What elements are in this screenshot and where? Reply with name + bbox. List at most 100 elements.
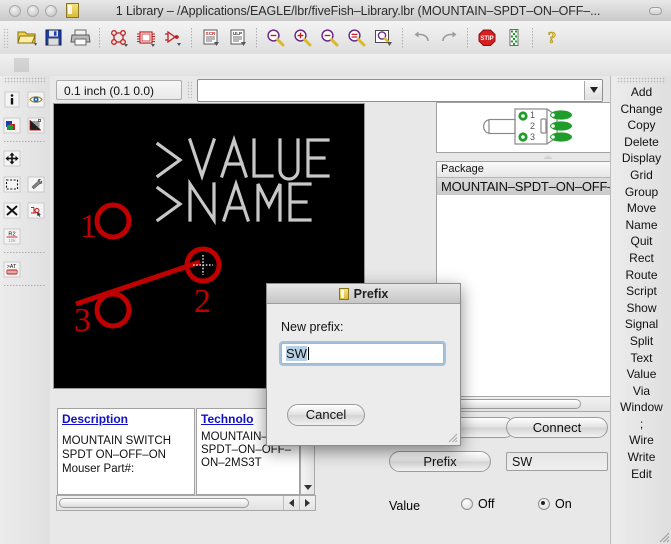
help-button[interactable]: ? bbox=[538, 25, 565, 51]
description-hscroll-track[interactable] bbox=[59, 497, 281, 509]
delete-tool[interactable] bbox=[0, 197, 24, 223]
command-change[interactable]: Change bbox=[611, 101, 671, 118]
zoom-in-button[interactable] bbox=[289, 25, 316, 51]
grid-pattern-icon[interactable] bbox=[14, 58, 29, 72]
name-value-placeholder bbox=[24, 223, 48, 249]
command-input[interactable] bbox=[198, 78, 584, 102]
description-pane[interactable]: Description MOUNTAIN SWITCH SPDT ON–OFF–… bbox=[57, 408, 195, 495]
ratsnest-button[interactable] bbox=[500, 25, 527, 51]
smash-tool[interactable] bbox=[24, 197, 48, 223]
layers-tool[interactable] bbox=[0, 112, 24, 138]
chevron-down-icon[interactable] bbox=[584, 80, 602, 100]
command-delete[interactable]: Delete bbox=[611, 134, 671, 151]
radio-off-icon[interactable] bbox=[461, 498, 473, 510]
connect-button[interactable]: Connect bbox=[506, 417, 608, 438]
toolbar-separator bbox=[99, 27, 100, 48]
description-hscroll-right-button[interactable] bbox=[299, 496, 315, 510]
command-script[interactable]: Script bbox=[611, 283, 671, 300]
description-header-link[interactable]: Description bbox=[62, 412, 190, 426]
command-signal[interactable]: Signal bbox=[611, 316, 671, 333]
display-tool[interactable] bbox=[24, 86, 48, 112]
command-semicolon[interactable]: ; bbox=[611, 416, 671, 433]
redo-button[interactable] bbox=[435, 25, 462, 51]
change-tool[interactable] bbox=[24, 171, 48, 197]
command-split[interactable]: Split bbox=[611, 333, 671, 350]
command-quit[interactable]: Quit bbox=[611, 233, 671, 250]
command-move[interactable]: Move bbox=[611, 200, 671, 217]
grid-tool[interactable] bbox=[24, 112, 48, 138]
value-off-label: Off bbox=[478, 497, 495, 511]
command-edit[interactable]: Edit bbox=[611, 466, 671, 483]
dialog-resize-handle[interactable] bbox=[446, 431, 458, 443]
zoom-button[interactable] bbox=[45, 4, 57, 17]
group-tool[interactable] bbox=[0, 171, 24, 197]
toolbar-separator bbox=[191, 27, 192, 48]
ulp-button[interactable]: ULP bbox=[224, 25, 251, 51]
board-button[interactable] bbox=[132, 25, 159, 51]
description-hscroll-left-button[interactable] bbox=[283, 496, 299, 510]
technology-vscroll-down-button[interactable] bbox=[301, 480, 314, 494]
new-prefix-input[interactable]: SW bbox=[281, 343, 444, 364]
command-add[interactable]: Add bbox=[611, 84, 671, 101]
close-button[interactable] bbox=[9, 4, 21, 17]
svg-text:>AT: >AT bbox=[7, 264, 17, 270]
toolbar-toggle-button[interactable] bbox=[649, 6, 662, 15]
radio-on-icon[interactable] bbox=[538, 498, 550, 510]
command-display[interactable]: Display bbox=[611, 150, 671, 167]
window-controls[interactable] bbox=[9, 4, 57, 17]
command-copy[interactable]: Copy bbox=[611, 117, 671, 134]
value-on-radio[interactable]: On bbox=[538, 497, 572, 511]
undo-button[interactable] bbox=[408, 25, 435, 51]
svg-text:?: ? bbox=[547, 28, 556, 47]
save-button[interactable] bbox=[40, 25, 67, 51]
command-group[interactable]: Group bbox=[611, 184, 671, 201]
stop-button[interactable]: STIP bbox=[473, 25, 500, 51]
document-icon bbox=[338, 287, 349, 300]
svg-text:3: 3 bbox=[530, 132, 535, 142]
move-tool[interactable] bbox=[0, 145, 24, 171]
prefix-value-field[interactable]: SW bbox=[506, 452, 608, 471]
cancel-button[interactable]: Cancel bbox=[287, 404, 365, 426]
command-text[interactable]: Text bbox=[611, 350, 671, 367]
command-bar-drag-handle[interactable] bbox=[187, 81, 192, 99]
window-resize-handle[interactable] bbox=[657, 530, 670, 543]
package-hscroll-track[interactable] bbox=[439, 398, 625, 410]
device-button[interactable] bbox=[159, 25, 186, 51]
zoom-out-button[interactable] bbox=[316, 25, 343, 51]
command-rect[interactable]: Rect bbox=[611, 250, 671, 267]
info-tool[interactable] bbox=[0, 86, 24, 112]
value-off-radio[interactable]: Off bbox=[461, 497, 494, 511]
document-icon bbox=[66, 3, 79, 18]
attribute-tool[interactable]: >AT bbox=[0, 256, 24, 282]
toolbar-separator bbox=[256, 27, 257, 48]
command-name[interactable]: Name bbox=[611, 217, 671, 234]
right-palette-drag-handle[interactable] bbox=[617, 77, 666, 84]
description-hscroll-thumb[interactable] bbox=[59, 498, 249, 508]
zoom-select-button[interactable] bbox=[370, 25, 397, 51]
toolbar-separator bbox=[532, 27, 533, 48]
prefix-button[interactable]: Prefix bbox=[389, 451, 491, 472]
script-button[interactable]: SCR bbox=[197, 25, 224, 51]
palette-drag-handle[interactable] bbox=[4, 77, 46, 84]
minimize-button[interactable] bbox=[27, 4, 39, 17]
print-button[interactable] bbox=[67, 25, 94, 51]
schematic-button[interactable] bbox=[105, 25, 132, 51]
dialog-title-bar[interactable]: Prefix bbox=[267, 284, 460, 304]
command-grid[interactable]: Grid bbox=[611, 167, 671, 184]
toolbar-drag-handle[interactable] bbox=[3, 27, 9, 48]
command-combo[interactable] bbox=[197, 78, 603, 102]
description-hscrollbar[interactable] bbox=[56, 495, 316, 511]
command-window[interactable]: Window bbox=[611, 399, 671, 416]
command-via[interactable]: Via bbox=[611, 383, 671, 400]
name-value-tool[interactable]: R2 10k bbox=[0, 223, 24, 249]
open-button[interactable] bbox=[13, 25, 40, 51]
zoom-fit-button[interactable] bbox=[262, 25, 289, 51]
command-write[interactable]: Write bbox=[611, 449, 671, 466]
prefix-dialog[interactable]: Prefix New prefix: SW Cancel bbox=[266, 283, 461, 446]
command-show[interactable]: Show bbox=[611, 300, 671, 317]
zoom-redraw-button[interactable] bbox=[343, 25, 370, 51]
command-route[interactable]: Route bbox=[611, 267, 671, 284]
command-wire[interactable]: Wire bbox=[611, 432, 671, 449]
toolbar-separator bbox=[402, 27, 403, 48]
command-value[interactable]: Value bbox=[611, 366, 671, 383]
